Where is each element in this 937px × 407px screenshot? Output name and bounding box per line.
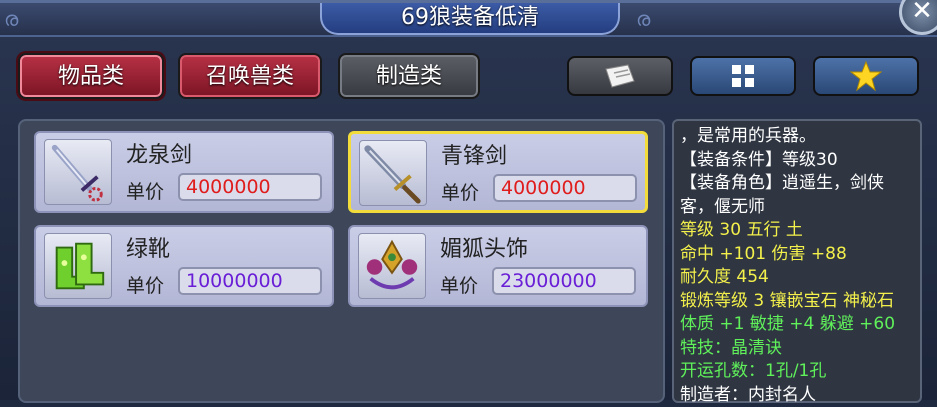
item-thumbnail xyxy=(44,233,112,299)
desc-line: 制造者：内封名人 xyxy=(680,384,914,407)
item-name: 媚狐头饰 xyxy=(440,231,528,263)
item-thumbnail xyxy=(358,233,426,299)
price-label: 单价 xyxy=(441,178,479,205)
desc-line: 体质 +1 敏捷 +4 躲避 +60 xyxy=(680,313,914,337)
item-card-selected[interactable]: 青锋剑 单价 4000000 xyxy=(348,131,648,213)
book-icon xyxy=(600,61,640,91)
tab-crafting[interactable]: 制造类 xyxy=(338,53,480,99)
tab-items[interactable]: 物品类 xyxy=(18,53,164,99)
boots-icon xyxy=(45,234,111,298)
star-icon xyxy=(850,60,882,92)
price-value: 23000000 xyxy=(492,267,636,295)
item-name: 青锋剑 xyxy=(441,138,507,170)
price-label: 单价 xyxy=(126,177,164,204)
close-icon: ✕ xyxy=(911,0,933,26)
desc-line: 等级 30 五行 土 xyxy=(680,219,914,243)
item-description-panel: ，是常用的兵器。 【装备条件】等级30 【装备角色】逍遥生，剑侠客，偃无师 等级… xyxy=(672,119,922,403)
swirl-ornament-icon: ര xyxy=(636,7,650,31)
price-value: 10000000 xyxy=(178,267,322,295)
game-window: ര 69狼装备低清 ര ✕ 物品类 召唤兽类 制造类 xyxy=(0,0,937,400)
price-label: 单价 xyxy=(126,271,164,298)
item-thumbnail xyxy=(359,140,427,206)
book-button[interactable] xyxy=(567,56,673,96)
item-name: 绿靴 xyxy=(126,231,170,263)
grid-view-button[interactable] xyxy=(690,56,796,96)
desc-line: ，是常用的兵器。 xyxy=(680,125,914,149)
desc-line: 【装备条件】等级30 xyxy=(680,149,914,173)
favorites-button[interactable] xyxy=(813,56,919,96)
price-label: 单价 xyxy=(440,271,478,298)
item-card[interactable]: 绿靴 单价 10000000 xyxy=(34,225,334,307)
price-value: 4000000 xyxy=(178,173,322,201)
desc-line: 【装备角色】逍遥生，剑侠客，偃无师 xyxy=(680,172,914,219)
item-name: 龙泉剑 xyxy=(126,137,192,169)
desc-line: 锻炼等级 3 镶嵌宝石 神秘石 xyxy=(680,290,914,314)
swirl-ornament-icon: ര xyxy=(4,7,18,31)
desc-line: 耐久度 454 xyxy=(680,266,914,290)
desc-line: 开运孔数：1孔/1孔 xyxy=(680,360,914,384)
item-card[interactable]: 媚狐头饰 单价 23000000 xyxy=(348,225,648,307)
desc-line: 命中 +101 伤害 +88 xyxy=(680,243,914,267)
window-title: 69狼装备低清 xyxy=(320,3,620,35)
item-list-panel: 龙泉剑 单价 4000000 青锋剑 单价 4000000 xyxy=(18,119,665,403)
blade-icon xyxy=(360,141,426,205)
grid-icon xyxy=(729,62,757,90)
title-bar: ര 69狼装备低清 ര ✕ xyxy=(0,3,937,37)
close-button[interactable]: ✕ xyxy=(899,0,937,35)
headdress-icon xyxy=(359,234,425,298)
desc-line: 特技：晶清诀 xyxy=(680,337,914,361)
tab-summons[interactable]: 召唤兽类 xyxy=(178,53,322,99)
item-thumbnail xyxy=(44,139,112,205)
sword-icon xyxy=(45,140,111,204)
item-card[interactable]: 龙泉剑 单价 4000000 xyxy=(34,131,334,213)
price-value: 4000000 xyxy=(493,174,637,202)
